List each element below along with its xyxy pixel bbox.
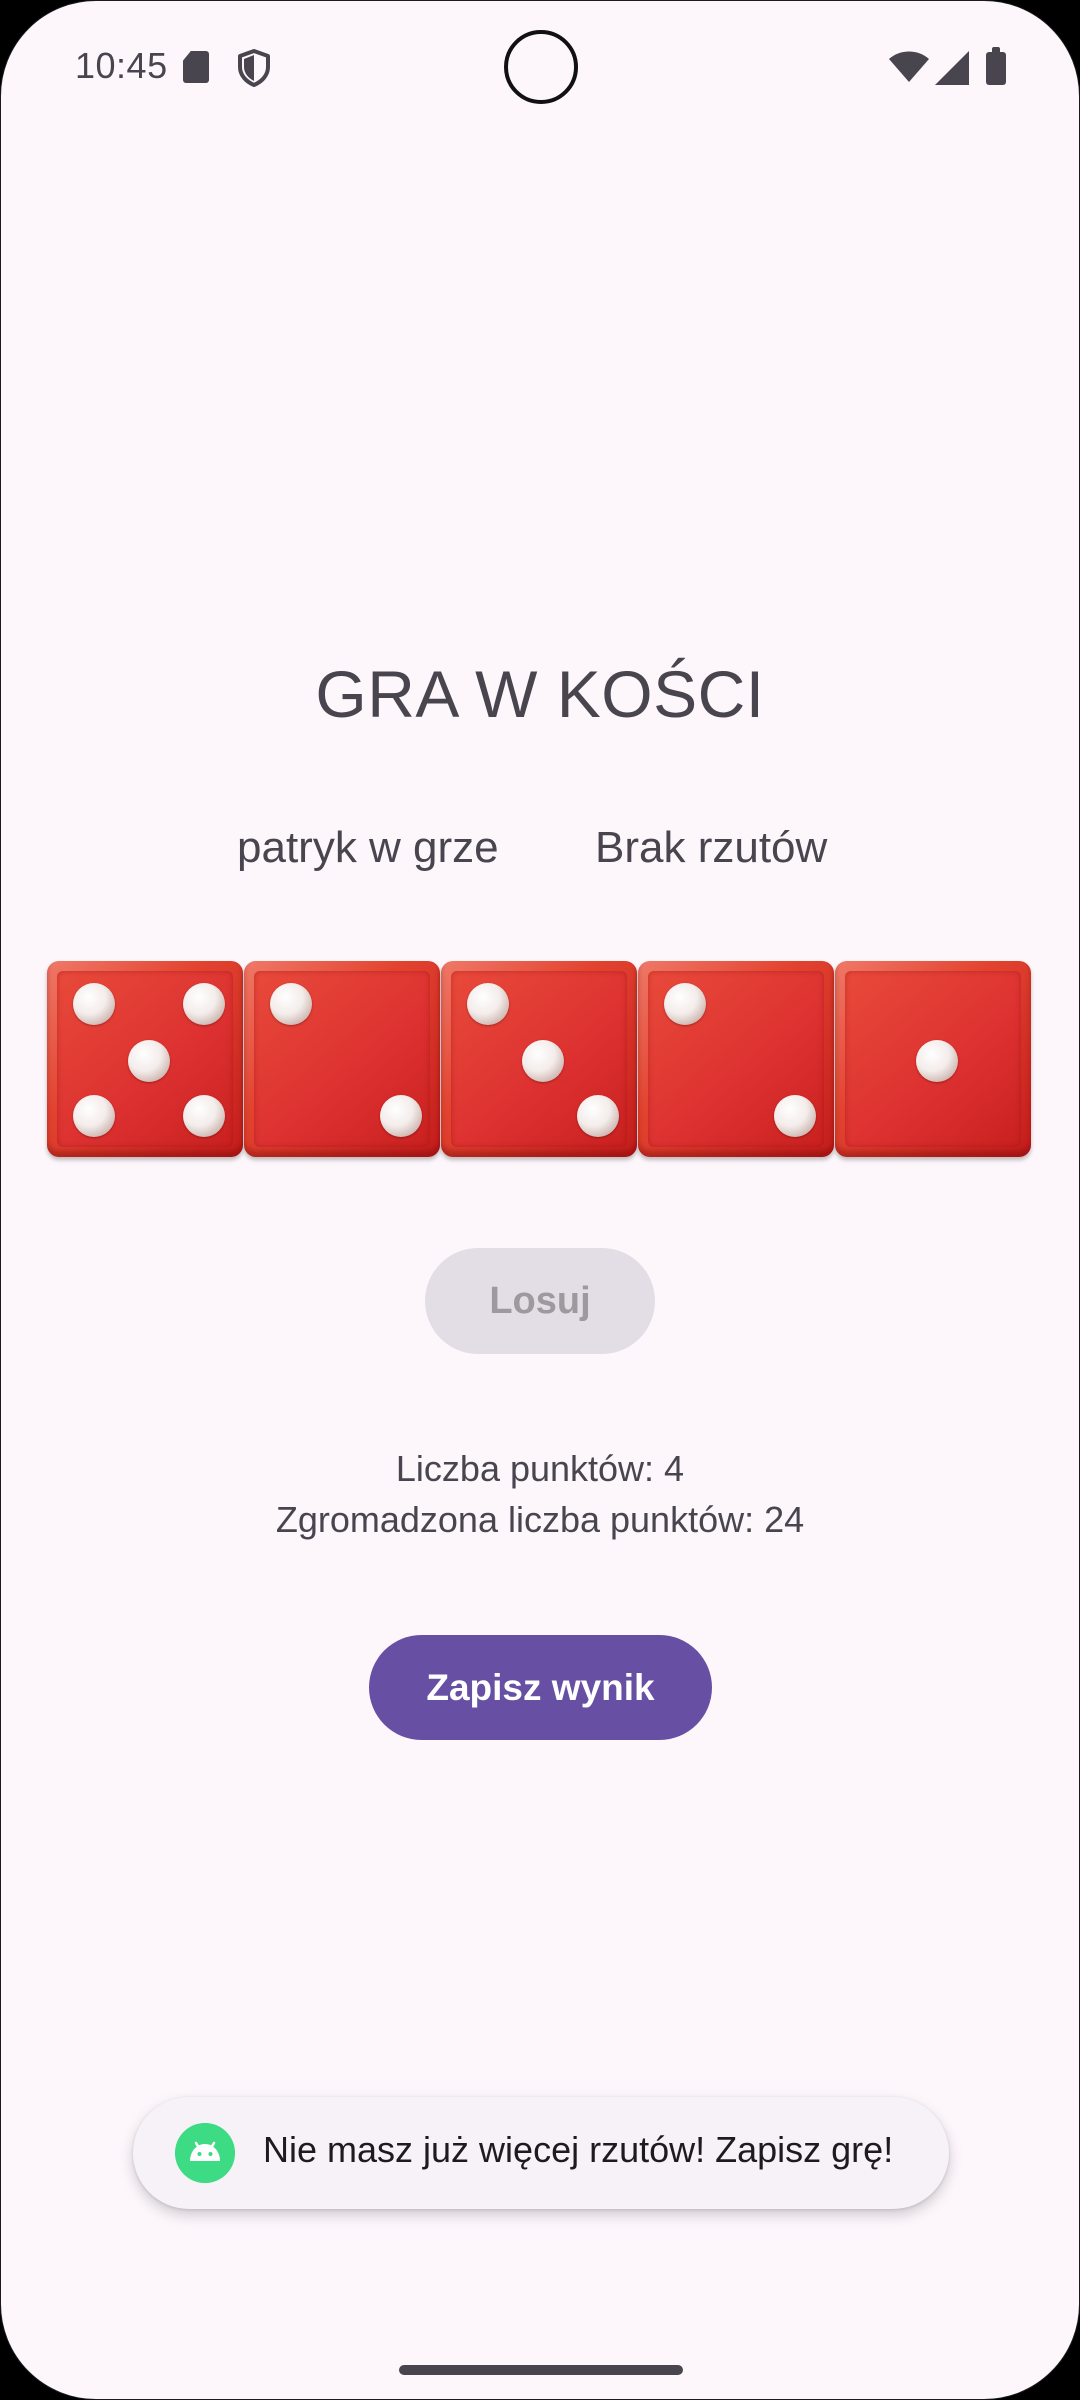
total-points-label: Zgromadzona liczba punktów: 24 xyxy=(275,1499,805,1540)
points-label: Liczba punktów: 4 xyxy=(395,1448,685,1489)
die-4 xyxy=(638,961,834,1157)
android-icon xyxy=(175,2123,235,2183)
die-pip xyxy=(182,983,225,1026)
die-pip xyxy=(467,983,510,1026)
die-pip xyxy=(773,1094,816,1137)
camera-cutout xyxy=(504,30,578,104)
dice-row xyxy=(47,961,1033,1159)
wifi-icon xyxy=(889,51,929,82)
battery-icon xyxy=(986,47,1006,85)
die-pip xyxy=(521,1039,564,1082)
die-pip xyxy=(915,1039,958,1082)
throws-status: Brak rzutów xyxy=(595,823,828,872)
signal-icon xyxy=(935,51,969,85)
home-indicator[interactable] xyxy=(399,2365,683,2375)
die-pip xyxy=(127,1039,170,1082)
die-2 xyxy=(244,961,440,1157)
toast-text: Nie masz już więcej rzutów! Zapisz grę! xyxy=(263,2129,894,2170)
shield-icon xyxy=(238,49,270,87)
battery-body xyxy=(986,52,1006,85)
game-title: GRA W KOŚCI xyxy=(315,657,765,731)
die-pip xyxy=(576,1094,619,1137)
die-pip xyxy=(379,1094,422,1137)
die-pip xyxy=(182,1094,225,1137)
save-score-button[interactable]: Zapisz wynik xyxy=(369,1635,712,1740)
die-3 xyxy=(441,961,637,1157)
toast-message: Nie masz już więcej rzutów! Zapisz grę! xyxy=(133,2097,949,2209)
status-bar: 10:45 xyxy=(1,1,1079,131)
die-5 xyxy=(835,961,1031,1157)
die-pip xyxy=(73,983,116,1026)
sd-card-icon xyxy=(183,51,209,83)
die-1 xyxy=(47,961,243,1157)
die-pip xyxy=(664,983,707,1026)
status-time: 10:45 xyxy=(75,45,168,86)
roll-button[interactable]: Losuj xyxy=(425,1248,655,1354)
player-name: patryk w grze xyxy=(237,823,499,872)
die-pip xyxy=(73,1094,116,1137)
die-pip xyxy=(270,983,313,1026)
phone-screen: 10:45 GRA W KOŚCI patryk w grze Brak rzu… xyxy=(0,0,1080,2400)
